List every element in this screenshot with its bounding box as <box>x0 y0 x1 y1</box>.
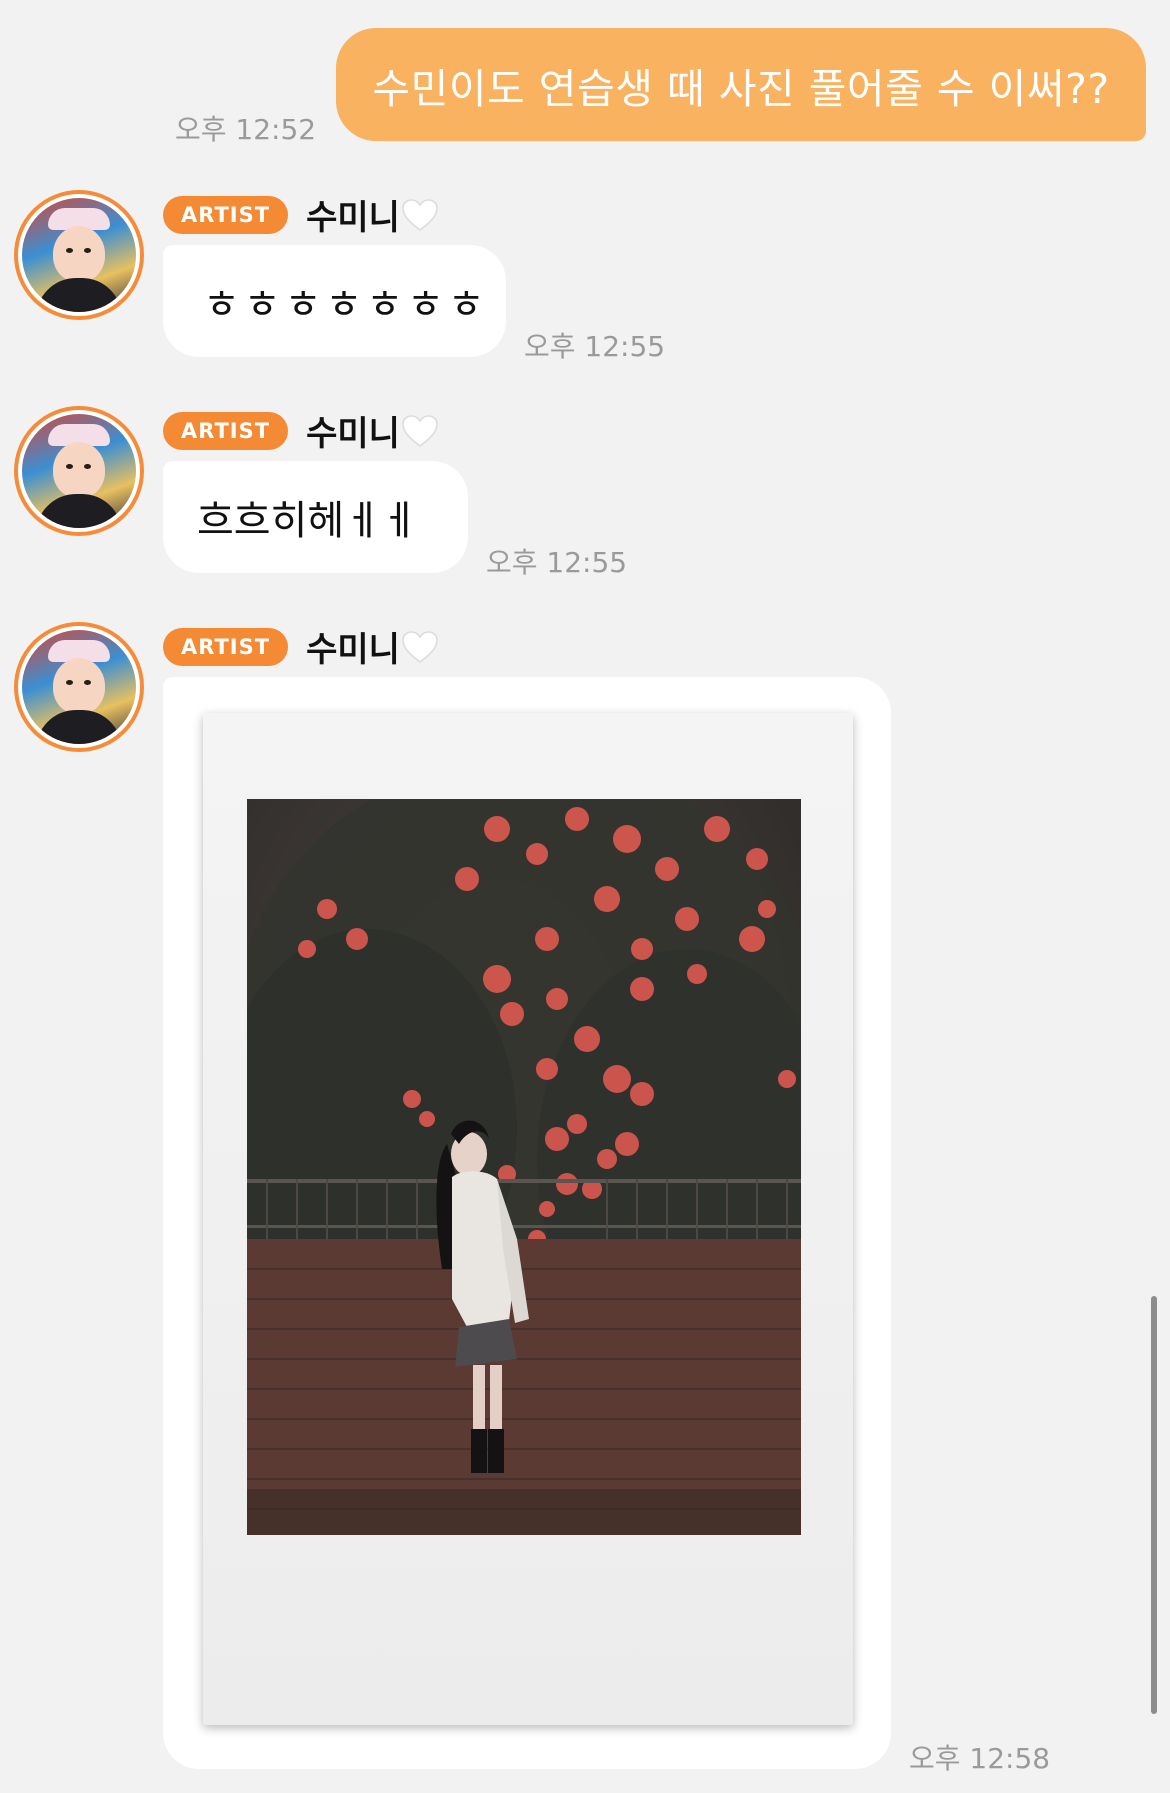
incoming-message-bubble[interactable]: 흐흐히헤ㅔㅔ <box>163 461 468 573</box>
photo-message-bubble[interactable] <box>163 677 891 1769</box>
sender-name[interactable]: 수미니 <box>306 190 400 239</box>
instant-photo-image <box>247 799 801 1535</box>
avatar[interactable] <box>14 190 144 320</box>
instant-photo-frame[interactable] <box>203 713 853 1725</box>
white-heart-icon <box>402 414 438 447</box>
artist-badge: ARTIST <box>163 195 289 234</box>
incoming-message-text: ㅎㅎㅎㅎㅎㅎㅎ <box>203 282 489 328</box>
message-time: 오후 12:58 <box>909 1742 1051 1775</box>
artist-badge: ARTIST <box>163 627 289 666</box>
message-time: 오후 12:55 <box>486 546 628 579</box>
white-heart-icon <box>402 630 438 663</box>
artist-badge: ARTIST <box>163 411 289 450</box>
message-time: 오후 12:55 <box>524 330 666 363</box>
outgoing-message-text: 수민이도 연습생 때 사진 풀어줄 수 이써?? <box>372 64 1110 113</box>
scrollbar[interactable] <box>1151 1296 1157 1714</box>
avatar[interactable] <box>14 406 144 536</box>
white-heart-icon <box>402 198 438 231</box>
outgoing-message-bubble[interactable]: 수민이도 연습생 때 사진 풀어줄 수 이써?? <box>336 28 1146 141</box>
avatar[interactable] <box>14 622 144 752</box>
incoming-message-text: 흐흐히헤ㅔㅔ <box>197 498 418 544</box>
message-time: 오후 12:52 <box>175 113 317 146</box>
sender-name[interactable]: 수미니 <box>306 406 400 455</box>
sender-name[interactable]: 수미니 <box>306 622 400 671</box>
incoming-message-bubble[interactable]: ㅎㅎㅎㅎㅎㅎㅎ <box>163 245 506 357</box>
